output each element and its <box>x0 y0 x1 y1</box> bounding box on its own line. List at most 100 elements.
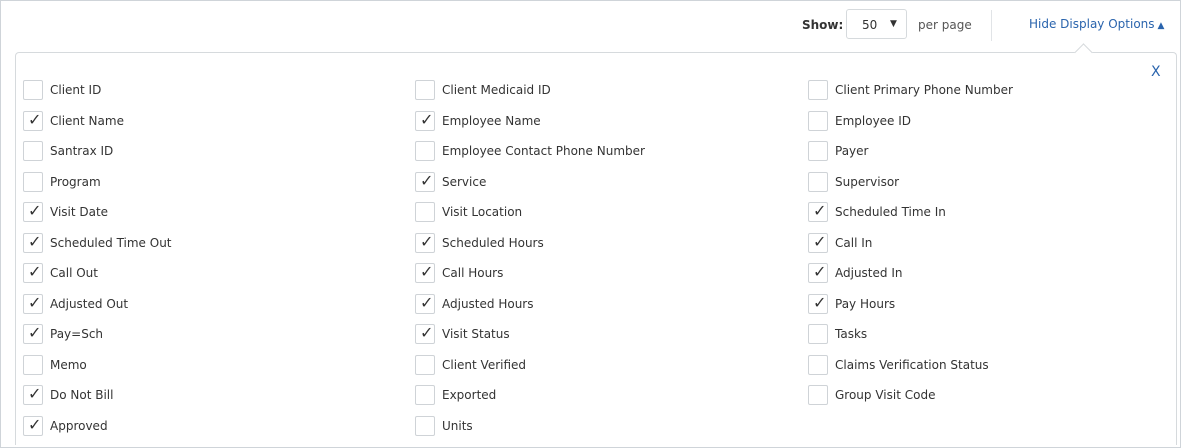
display-options-panel <box>15 52 1177 445</box>
option-checkbox[interactable]: ✓ <box>415 416 435 436</box>
option-label: Adjusted Out <box>50 297 129 311</box>
per-page-label: per page <box>918 18 972 32</box>
option-checkbox[interactable]: ✓ <box>415 355 435 375</box>
check-icon: ✓ <box>420 171 434 190</box>
option-label: Client Name <box>50 114 124 128</box>
option-checkbox[interactable]: ✓ <box>415 202 435 222</box>
option-checkbox[interactable]: ✓ <box>23 262 43 283</box>
option-label: Pay Hours <box>835 297 896 311</box>
option-checkbox[interactable]: ✓ <box>415 262 435 283</box>
results-toolbar: Show: 50 ▼ per page Hide Display Options… <box>1 1 1180 49</box>
option-label: Call Out <box>50 266 98 280</box>
option-checkbox[interactable]: ✓ <box>808 80 828 100</box>
toolbar-divider <box>991 10 992 41</box>
option-checkbox[interactable]: ✓ <box>808 232 828 253</box>
option-label: Exported <box>442 388 497 402</box>
option-label: Memo <box>50 358 87 372</box>
option-label: Do Not Bill <box>50 388 114 402</box>
page-size-select[interactable]: 50 ▼ <box>846 9 907 39</box>
option-label: Client Verified <box>442 358 527 372</box>
show-label: Show: <box>802 18 844 32</box>
option-checkbox[interactable]: ✓ <box>23 172 43 192</box>
option-checkbox[interactable]: ✓ <box>23 384 43 405</box>
check-icon: ✓ <box>28 293 42 312</box>
option-label: Employee Contact Phone Number <box>442 144 645 158</box>
option-label: Scheduled Time In <box>835 205 946 219</box>
option-checkbox[interactable]: ✓ <box>23 293 43 314</box>
option-checkbox[interactable]: ✓ <box>808 201 828 222</box>
option-label: Visit Location <box>442 205 523 219</box>
check-icon: ✓ <box>28 110 42 129</box>
option-checkbox[interactable]: ✓ <box>415 80 435 100</box>
check-icon: ✓ <box>420 110 434 129</box>
hide-display-options-link[interactable]: Hide Display Options ▲ <box>1029 17 1164 31</box>
check-icon: ✓ <box>813 232 827 251</box>
option-label: Call In <box>835 236 873 250</box>
option-checkbox[interactable]: ✓ <box>23 323 43 344</box>
option-checkbox[interactable]: ✓ <box>23 415 43 436</box>
option-checkbox[interactable]: ✓ <box>808 141 828 161</box>
option-label: Client Medicaid ID <box>442 83 551 97</box>
option-label: Employee Name <box>442 114 541 128</box>
check-icon: ✓ <box>420 262 434 281</box>
close-panel-button[interactable]: X <box>1151 64 1161 80</box>
option-label: Pay=Sch <box>50 327 104 341</box>
option-checkbox[interactable]: ✓ <box>808 172 828 192</box>
option-checkbox[interactable]: ✓ <box>808 262 828 283</box>
check-icon: ✓ <box>28 232 42 251</box>
option-checkbox[interactable]: ✓ <box>23 355 43 375</box>
option-checkbox[interactable]: ✓ <box>808 293 828 314</box>
option-label: Tasks <box>835 327 868 341</box>
check-icon: ✓ <box>28 415 42 434</box>
option-checkbox[interactable]: ✓ <box>808 324 828 344</box>
option-checkbox[interactable]: ✓ <box>415 385 435 405</box>
option-label: Program <box>50 175 101 189</box>
option-label: Scheduled Time Out <box>50 236 172 250</box>
option-checkbox[interactable]: ✓ <box>808 355 828 375</box>
check-icon: ✓ <box>28 262 42 281</box>
option-label: Client ID <box>50 83 102 97</box>
option-checkbox[interactable]: ✓ <box>23 80 43 100</box>
check-icon: ✓ <box>420 293 434 312</box>
option-label: Call Hours <box>442 266 504 280</box>
chevron-down-icon: ▼ <box>890 19 897 29</box>
option-checkbox[interactable]: ✓ <box>415 110 435 131</box>
check-icon: ✓ <box>28 201 42 220</box>
option-label: Supervisor <box>835 175 900 189</box>
check-icon: ✓ <box>813 262 827 281</box>
option-checkbox[interactable]: ✓ <box>23 141 43 161</box>
option-label: Approved <box>50 419 108 433</box>
option-checkbox[interactable]: ✓ <box>415 323 435 344</box>
option-checkbox[interactable]: ✓ <box>808 111 828 131</box>
option-label: Adjusted In <box>835 266 903 280</box>
option-label: Employee ID <box>835 114 912 128</box>
option-label: Payer <box>835 144 869 158</box>
check-icon: ✓ <box>28 323 42 342</box>
option-label: Claims Verification Status <box>835 358 989 372</box>
caret-up-icon: ▲ <box>1157 21 1165 31</box>
option-label: Units <box>442 419 473 433</box>
option-checkbox[interactable]: ✓ <box>23 110 43 131</box>
check-icon: ✓ <box>813 293 827 312</box>
option-label: Scheduled Hours <box>442 236 544 250</box>
option-label: Service <box>442 175 487 189</box>
option-checkbox[interactable]: ✓ <box>415 141 435 161</box>
option-checkbox[interactable]: ✓ <box>23 201 43 222</box>
option-label: Adjusted Hours <box>442 297 534 311</box>
option-label: Visit Status <box>442 327 510 341</box>
option-label: Group Visit Code <box>835 388 936 402</box>
option-label: Visit Date <box>50 205 109 219</box>
page-size-value: 50 <box>862 18 878 32</box>
option-label: Santrax ID <box>50 144 114 158</box>
option-label: Client Primary Phone Number <box>835 83 1013 97</box>
check-icon: ✓ <box>420 323 434 342</box>
option-checkbox[interactable]: ✓ <box>415 232 435 253</box>
option-checkbox[interactable]: ✓ <box>415 293 435 314</box>
hide-display-options-label: Hide Display Options <box>1029 17 1155 31</box>
check-icon: ✓ <box>28 384 42 403</box>
check-icon: ✓ <box>813 201 827 220</box>
check-icon: ✓ <box>420 232 434 251</box>
option-checkbox[interactable]: ✓ <box>23 232 43 253</box>
option-checkbox[interactable]: ✓ <box>808 385 828 405</box>
option-checkbox[interactable]: ✓ <box>415 171 435 192</box>
